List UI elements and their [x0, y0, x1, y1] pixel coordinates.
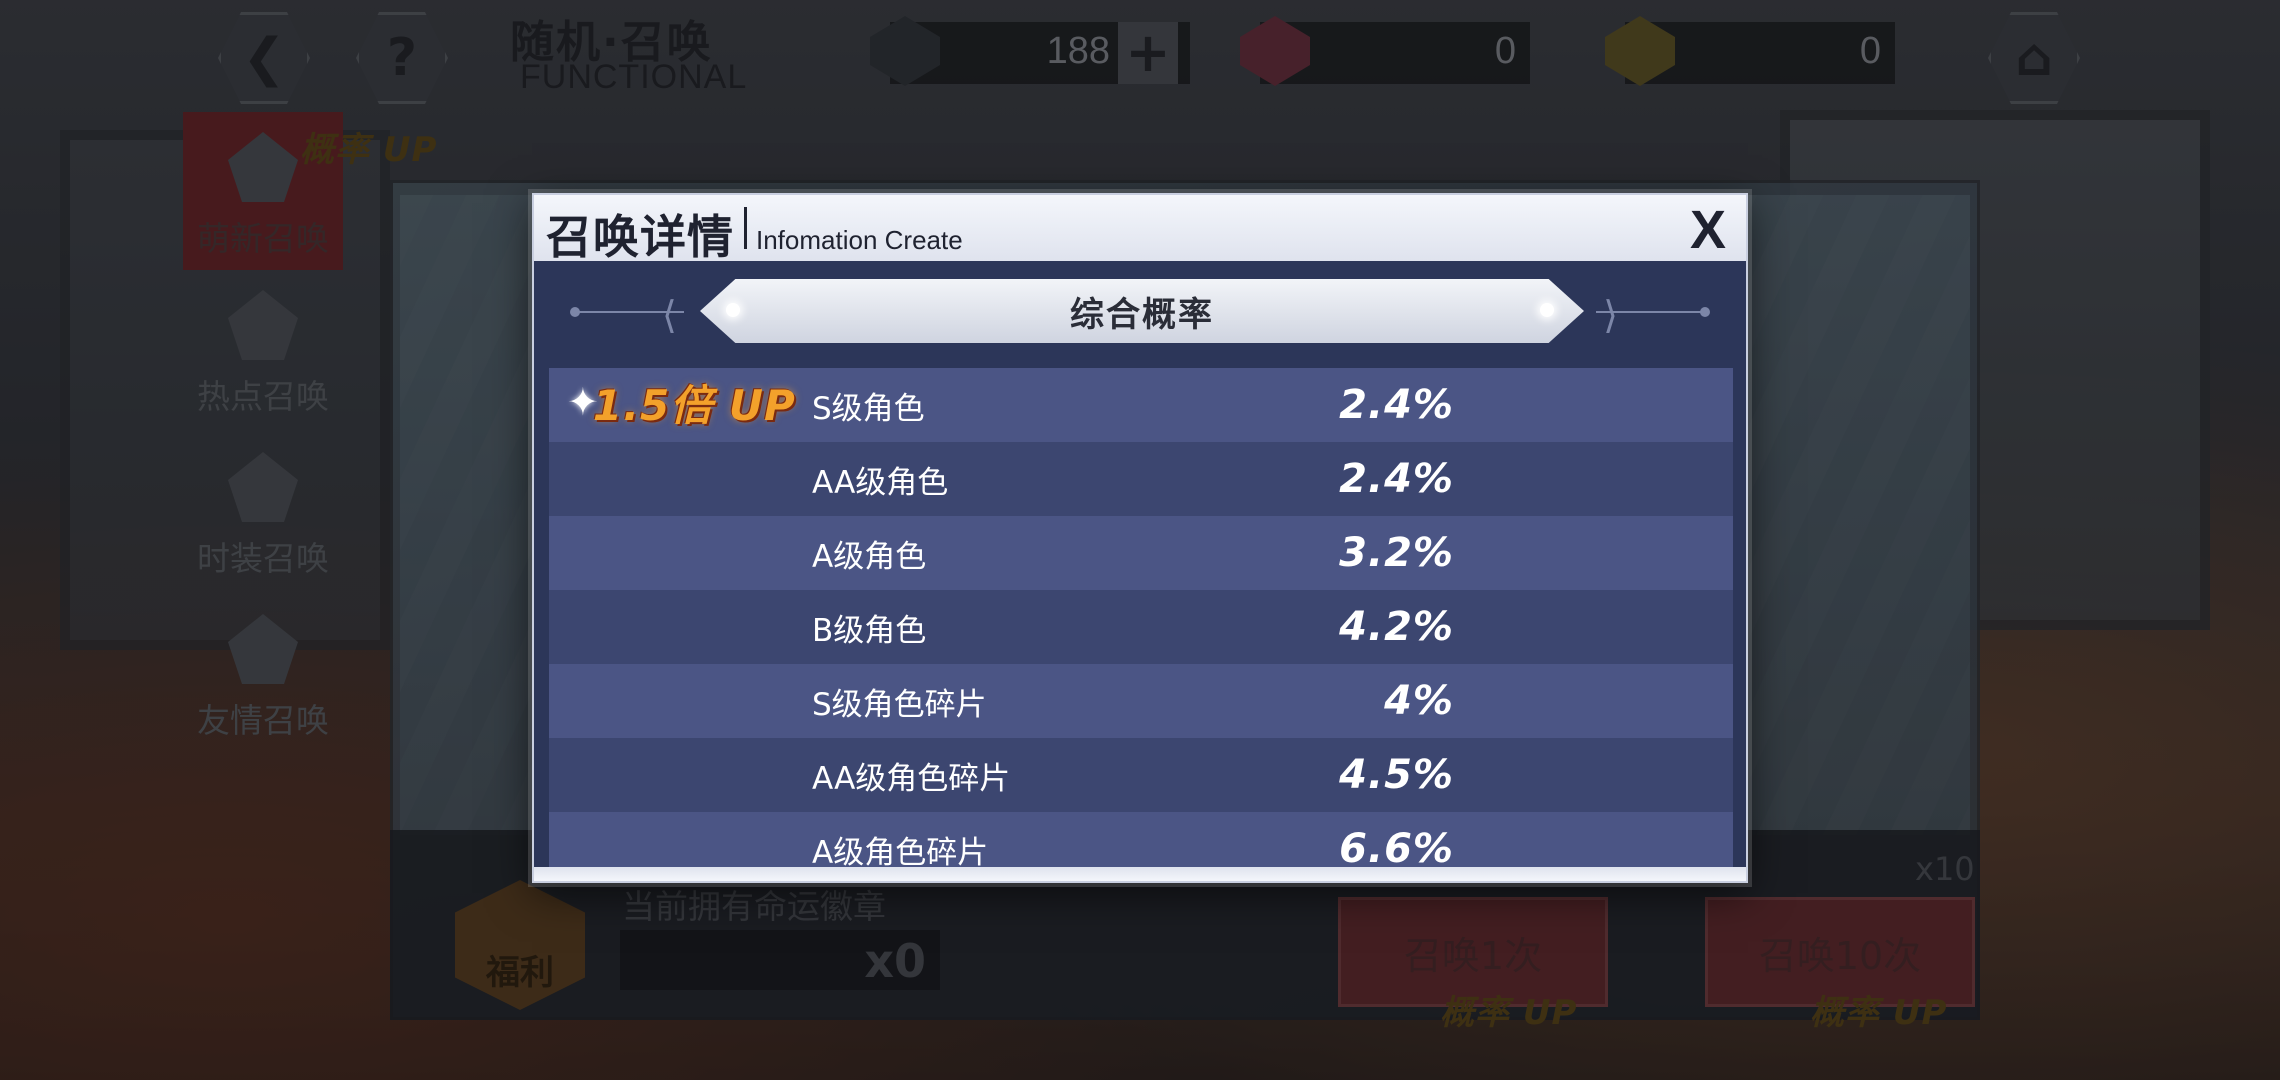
section-title: 综合概率: [700, 279, 1584, 343]
item-probability: 2.4%: [1339, 456, 1454, 502]
item-name: A级角色: [812, 538, 927, 575]
item-name: S级角色: [812, 390, 925, 427]
item-probability: 4.2%: [1339, 604, 1454, 650]
section-header: ⟨ 综合概率 ⟩: [534, 277, 1746, 347]
item-name: S级角色碎片: [812, 686, 987, 723]
decoration-line: [1596, 311, 1706, 313]
dialog-bottom-border: [534, 867, 1746, 881]
list-item: ✦ 1.5倍 UP S级角色 2.4%: [549, 368, 1733, 442]
chevron-left-icon: ⟨: [662, 293, 677, 337]
close-button[interactable]: X: [1690, 199, 1726, 261]
list-item: A级角色碎片 6.6%: [549, 812, 1733, 868]
chevron-right-icon: ⟩: [1603, 293, 1618, 337]
item-name: AA级角色碎片: [812, 760, 1011, 797]
list-item: S级角色碎片 4%: [549, 664, 1733, 738]
list-item: A级角色 3.2%: [549, 516, 1733, 590]
list-item: AA级角色 2.4%: [549, 442, 1733, 516]
item-probability: 4%: [1384, 678, 1454, 724]
boost-badge: ✦ 1.5倍 UP: [567, 374, 796, 430]
dialog-title: 召唤详情: [546, 210, 734, 264]
list-item: AA级角色碎片 4.5%: [549, 738, 1733, 812]
probability-list[interactable]: ✦ 1.5倍 UP S级角色 2.4% AA级角色 2.4% A级角色 3.2%…: [549, 368, 1733, 868]
section-title-text: 综合概率: [1070, 294, 1214, 335]
glow-dot: [726, 303, 740, 317]
item-name: AA级角色: [812, 464, 949, 501]
dialog-subtitle: Infomation Create: [756, 225, 963, 255]
decoration-dot: [1700, 307, 1710, 317]
item-probability: 3.2%: [1339, 530, 1454, 576]
item-name: B级角色: [812, 612, 927, 649]
list-item: B级角色 4.2%: [549, 590, 1733, 664]
item-probability: 2.4%: [1339, 382, 1454, 428]
summon-details-dialog: 召唤详情 Infomation Create X ⟨ 综合概率 ⟩ ✦ 1.5倍…: [532, 193, 1748, 883]
glow-dot: [1540, 303, 1554, 317]
boost-badge-text: 1.5倍 UP: [592, 380, 796, 430]
item-probability: 4.5%: [1339, 752, 1454, 798]
item-probability: 6.6%: [1339, 826, 1454, 868]
item-name: A级角色碎片: [812, 834, 989, 869]
dialog-header: 召唤详情 Infomation Create X: [534, 195, 1746, 264]
title-divider: [744, 207, 747, 249]
